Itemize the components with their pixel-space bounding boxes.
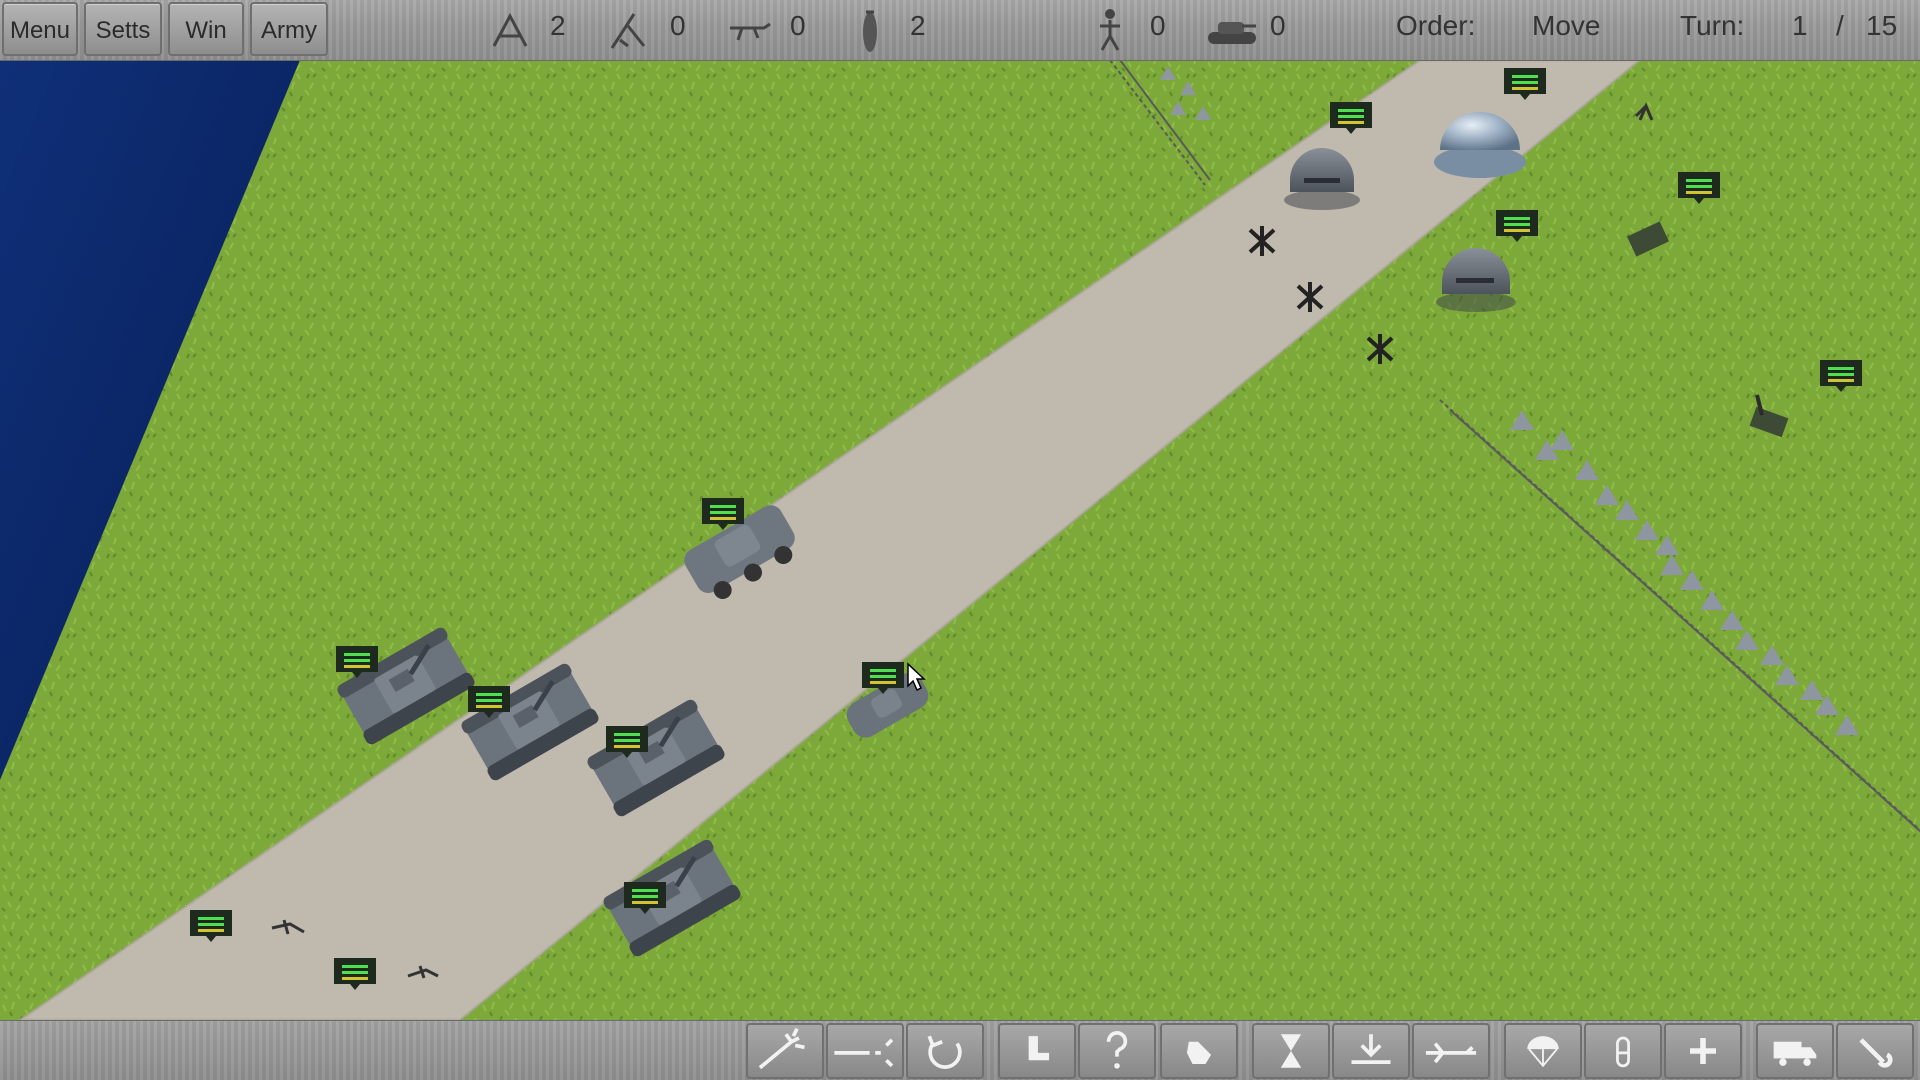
battlefield-view[interactable] [0, 0, 1920, 1080]
wrench-icon [1859, 1038, 1893, 1068]
mortar-icon [492, 12, 528, 47]
bomb-icon [863, 10, 877, 52]
artillery-count: 0 [670, 10, 686, 41]
aim-button[interactable] [826, 1023, 904, 1079]
bomb-count: 2 [910, 10, 926, 41]
boot-icon [1028, 1036, 1050, 1061]
ammo-icon [1616, 1036, 1630, 1068]
airstrike-button[interactable] [1412, 1023, 1490, 1079]
airplane-icon [1425, 1042, 1477, 1064]
ammo-button[interactable] [1584, 1023, 1662, 1079]
flare-button[interactable] [746, 1023, 824, 1079]
order-label: Order: [1396, 10, 1476, 41]
heal-button[interactable] [1664, 1023, 1742, 1079]
rotate-icon [927, 1035, 962, 1069]
flare-icon [758, 1027, 805, 1070]
top-hud-bar: Menu Setts Win Army 2 0 0 2 0 0 Order: M… [0, 0, 1920, 61]
landing-icon [1351, 1034, 1391, 1064]
soldier-icon [1100, 9, 1120, 51]
turn-label: Turn: [1680, 10, 1745, 41]
mortar-count: 2 [550, 10, 566, 41]
help-button[interactable] [1078, 1023, 1156, 1079]
medic-plus-icon [1690, 1038, 1716, 1064]
repair-button[interactable] [1836, 1023, 1914, 1079]
transport-button[interactable] [1756, 1023, 1834, 1079]
win-button[interactable]: Win [168, 2, 244, 56]
land-button[interactable] [1332, 1023, 1410, 1079]
artillery-icon [610, 13, 646, 49]
take-button[interactable] [1160, 1023, 1238, 1079]
wait-button[interactable] [1252, 1023, 1330, 1079]
truck-icon [1773, 1041, 1817, 1066]
machine-gun-icon [730, 22, 771, 41]
tank-count: 0 [1270, 10, 1286, 41]
turn-total: 15 [1866, 10, 1898, 41]
army-button[interactable]: Army [250, 2, 328, 56]
bottom-action-bar [0, 1020, 1920, 1080]
parachute-icon [1527, 1036, 1559, 1068]
order-value[interactable]: Move [1532, 10, 1600, 42]
soldier-count: 0 [1150, 10, 1166, 41]
paradrop-button[interactable] [1504, 1023, 1582, 1079]
tank-icon [1208, 22, 1256, 44]
turn-separator: / [1836, 10, 1844, 41]
move-button[interactable] [998, 1023, 1076, 1079]
turn-current: 1 [1792, 10, 1808, 41]
help-icon [1106, 1031, 1128, 1069]
hourglass-icon [1280, 1034, 1302, 1068]
hand-icon [1186, 1041, 1212, 1064]
menu-button[interactable]: Menu [2, 2, 78, 56]
rifle-aim-icon [834, 1038, 894, 1068]
settings-button[interactable]: Setts [84, 2, 162, 56]
rotate-button[interactable] [906, 1023, 984, 1079]
machine-gun-count: 0 [790, 10, 806, 41]
